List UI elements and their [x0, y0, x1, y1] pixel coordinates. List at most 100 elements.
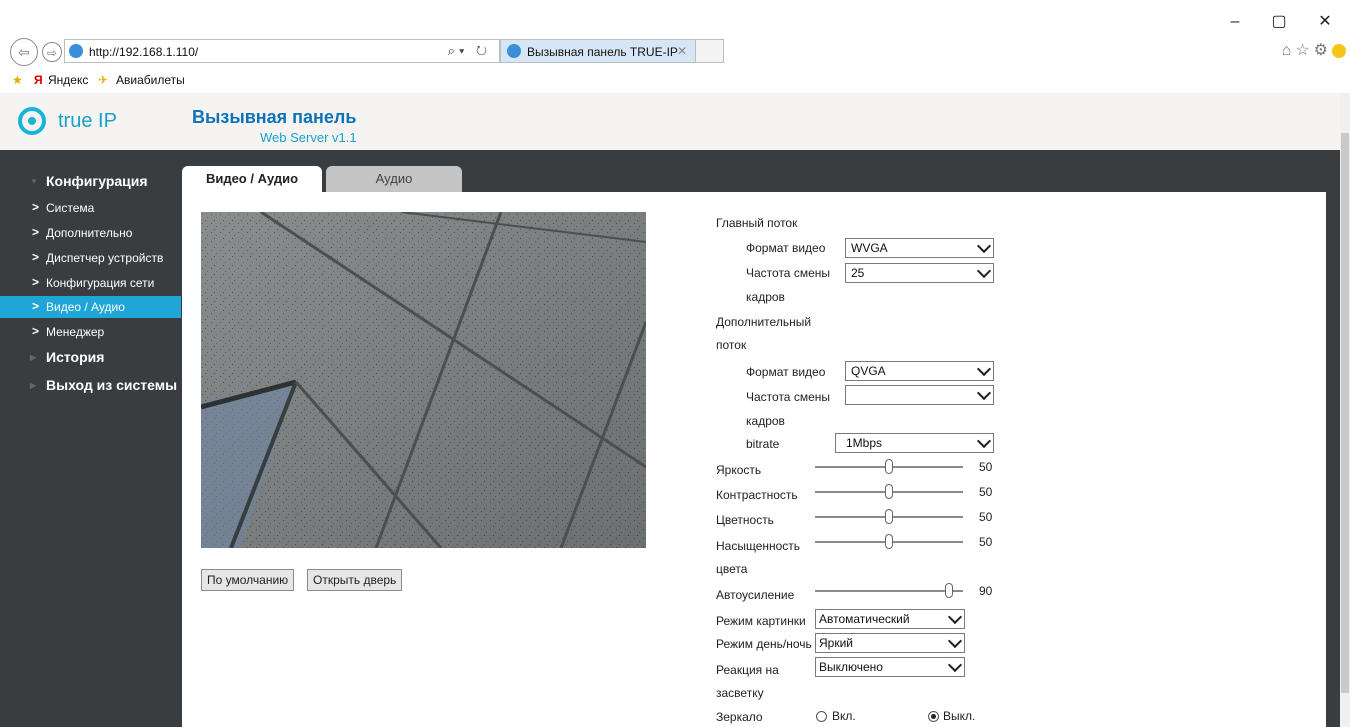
search-refresh-icon[interactable]: ⌕▾ ↻ — [448, 43, 491, 59]
sub-stream-label-2: поток — [716, 338, 747, 352]
close-tab-icon[interactable]: ✕ — [677, 44, 687, 58]
chevron-right-icon: > — [32, 299, 40, 313]
sidebar-item-device-manager[interactable]: > Диспетчер устройств — [0, 248, 181, 268]
brightness-label: Яркость — [716, 463, 762, 477]
chevron-right-icon: > — [32, 250, 40, 264]
agc-slider[interactable] — [815, 590, 963, 592]
tab-audio[interactable]: Аудио — [326, 166, 462, 192]
picture-mode-label: Режим картинки — [716, 614, 806, 628]
mirror-on-radio[interactable] — [816, 711, 827, 722]
main-fps-label-2: кадров — [746, 290, 785, 304]
minimize-icon[interactable]: – — [1220, 10, 1250, 34]
window-controls: – ▢ ✕ — [1220, 10, 1350, 34]
sub-fps-label-2: кадров — [746, 414, 785, 428]
expand-triangle-icon: ▶ — [30, 381, 37, 390]
saturation-value: 50 — [979, 535, 993, 549]
browser-toolbar-icons: ⌂☆⚙ — [1282, 40, 1346, 60]
forward-icon[interactable]: ⇨ — [42, 42, 62, 62]
video-preview — [201, 212, 646, 548]
chevron-down-icon — [947, 657, 963, 673]
chevron-down-icon — [976, 433, 992, 449]
page-scrollbar[interactable] — [1340, 93, 1350, 727]
default-button[interactable]: По умолчанию — [201, 569, 295, 591]
main-fps-select[interactable]: 25 — [845, 263, 994, 283]
picture-mode-select[interactable]: Автоматический — [815, 609, 965, 629]
sidebar: ▼ Конфигурация > Система > Дополнительно… — [0, 150, 181, 727]
chevron-down-icon — [947, 609, 963, 625]
agc-label: Автоусиление — [716, 588, 795, 602]
ie-icon — [507, 44, 521, 58]
sub-format-select[interactable]: QVGA — [845, 361, 994, 381]
chevron-right-icon: > — [32, 275, 40, 289]
mirror-label: Зеркало — [716, 710, 763, 724]
plane-icon: ✈ — [98, 73, 109, 87]
sidebar-group-config[interactable]: ▼ Конфигурация — [0, 172, 181, 192]
contrast-label: Контрастность — [716, 488, 798, 502]
scrollbar-thumb[interactable] — [1341, 133, 1349, 693]
mirror-off-radio[interactable] — [928, 711, 939, 722]
browser-tab[interactable]: Вызывная панель TRUE-IP ✕ — [500, 39, 696, 63]
logo-dot — [28, 117, 36, 125]
page-title: Вызывная панель — [192, 107, 357, 127]
address-url: http://192.168.1.110/ — [89, 45, 199, 59]
sidebar-item-network[interactable]: > Конфигурация сети — [0, 273, 181, 293]
page-header: true IP Вызывная панель Web Server v1.1 — [0, 93, 1340, 150]
brightness-value: 50 — [979, 460, 993, 474]
sub-fps-select[interactable] — [845, 385, 994, 405]
daynight-select[interactable]: Яркий — [815, 633, 965, 653]
yandex-icon: Я — [34, 73, 43, 87]
chevron-down-icon — [947, 633, 963, 649]
agc-value: 90 — [979, 584, 993, 598]
sidebar-item-video-audio[interactable]: > Видео / Аудио — [0, 296, 181, 318]
back-icon[interactable]: ⇦ — [10, 38, 38, 66]
main-stream-label: Главный поток — [716, 216, 798, 230]
color-value: 50 — [979, 510, 993, 524]
chevron-down-icon — [976, 238, 992, 254]
chevron-down-icon — [976, 263, 992, 279]
gear-icon[interactable]: ⚙ — [1314, 42, 1332, 59]
agc-slider-handle[interactable] — [945, 583, 953, 598]
saturation-slider-handle[interactable] — [885, 534, 893, 549]
main-format-select[interactable]: WVGA — [845, 238, 994, 258]
home-icon[interactable]: ⌂ — [1282, 42, 1296, 59]
saturation-label: Насыщенность — [716, 539, 801, 553]
sidebar-item-manager[interactable]: > Менеджер — [0, 322, 181, 342]
sidebar-item-system[interactable]: > Система — [0, 198, 181, 218]
chevron-right-icon: > — [32, 200, 40, 214]
daynight-label: Режим день/ночь — [716, 637, 812, 651]
camera-image — [201, 212, 646, 548]
favorites-star-icon[interactable]: ★ — [12, 73, 23, 87]
address-bar[interactable]: http://192.168.1.110/ ⌕▾ ↻ — [64, 39, 500, 63]
backlight-select[interactable]: Выключено — [815, 657, 965, 677]
mirror-off-label: Выкл. — [943, 709, 976, 723]
brightness-slider-handle[interactable] — [885, 459, 893, 474]
expand-triangle-icon: ▼ — [30, 177, 38, 186]
sidebar-item-advanced[interactable]: > Дополнительно — [0, 223, 181, 243]
bitrate-select[interactable]: 1Mbps — [835, 433, 994, 453]
color-label: Цветность — [716, 513, 774, 527]
new-tab-button[interactable] — [696, 39, 724, 63]
chevron-down-icon — [976, 385, 992, 401]
ie-icon — [69, 44, 83, 58]
backlight-label: Реакция на — [716, 663, 779, 677]
sub-format-label: Формат видео — [746, 365, 826, 379]
close-icon[interactable]: ✕ — [1310, 10, 1340, 34]
color-slider-handle[interactable] — [885, 509, 893, 524]
browser-chrome: – ▢ ✕ ⇦ ⇨ http://192.168.1.110/ ⌕▾ ↻ Выз… — [0, 0, 1350, 92]
feedback-smiley-icon[interactable] — [1332, 43, 1346, 58]
maximize-icon[interactable]: ▢ — [1264, 10, 1294, 34]
browser-tab-title: Вызывная панель TRUE-IP — [527, 45, 678, 59]
backlight-label-2: засветку — [716, 686, 764, 700]
favorites-star-icon[interactable]: ☆ — [1295, 42, 1313, 59]
contrast-slider-handle[interactable] — [885, 484, 893, 499]
open-door-button[interactable]: Открыть дверь — [307, 569, 403, 591]
saturation-label-2: цвета — [716, 562, 748, 576]
sidebar-group-history[interactable]: ▶ История — [0, 348, 181, 368]
tab-video-audio[interactable]: Видео / Аудио — [182, 166, 322, 192]
sub-stream-label: Дополнительный — [716, 315, 812, 329]
sidebar-group-logout[interactable]: ▶ Выход из системы — [0, 376, 181, 396]
logo-text: true IP — [58, 110, 117, 132]
favorite-yandex[interactable]: Яндекс — [48, 73, 88, 87]
expand-triangle-icon: ▶ — [30, 353, 37, 362]
favorite-aviabilety[interactable]: Авиабилеты — [116, 73, 185, 87]
